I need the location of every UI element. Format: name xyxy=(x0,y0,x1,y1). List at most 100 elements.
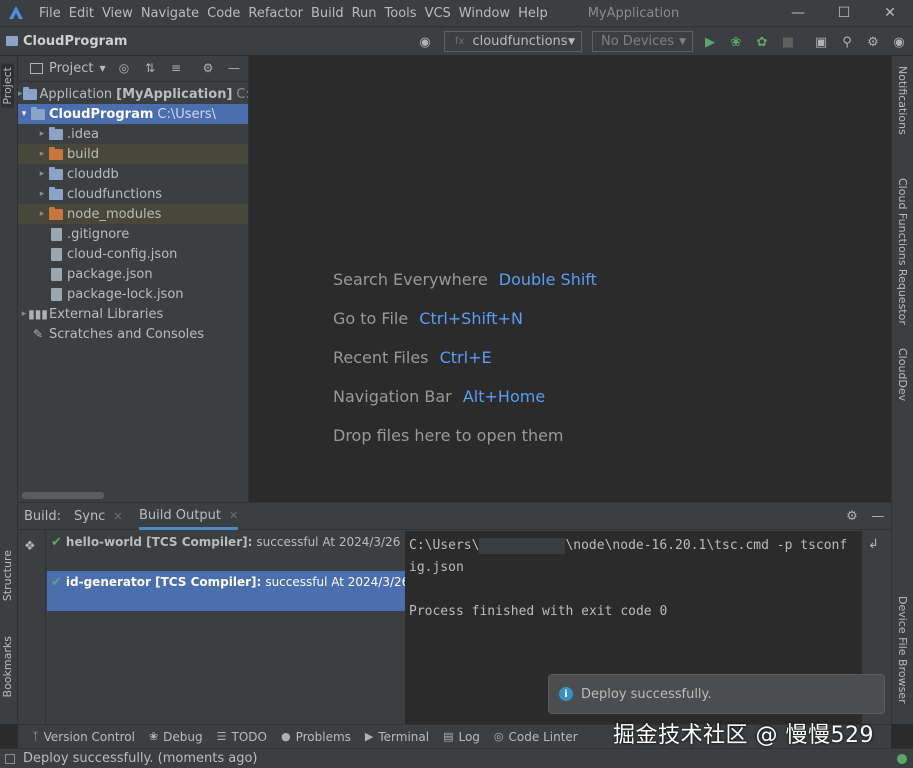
gear-icon[interactable]: ⚙ xyxy=(844,508,860,524)
tab-notifications[interactable]: Notifications xyxy=(896,66,909,135)
tab-structure[interactable]: Structure xyxy=(1,550,14,601)
hint-shortcut[interactable]: Ctrl+E xyxy=(440,348,492,367)
tab-build-output[interactable]: Build Output ✕ xyxy=(139,503,239,530)
tab-label: Code Linter xyxy=(508,729,578,744)
close-icon[interactable]: ✕ xyxy=(867,0,913,26)
tree-item-cloudprogram[interactable]: ▾ CloudProgram C:\Users\ xyxy=(18,104,248,124)
device-select[interactable]: No Devices ▼ xyxy=(592,31,693,52)
gear-icon[interactable]: ⚙ xyxy=(200,60,216,76)
tree-item-label: build xyxy=(67,146,99,162)
run-configuration-select[interactable]: fx cloudfunctions ▼ xyxy=(444,31,582,52)
tab-problems[interactable]: ● Problems xyxy=(281,730,351,744)
maximize-icon[interactable]: ☐ xyxy=(821,0,867,26)
tree-item-application[interactable]: ▸ Application [MyApplication] C:\U xyxy=(18,84,249,104)
hint-text: Recent Files xyxy=(333,348,429,367)
menu-refactor[interactable]: Refactor xyxy=(248,6,309,21)
tree-item-path: C:\U xyxy=(236,86,249,102)
tab-label: Version Control xyxy=(43,729,135,744)
menu-code[interactable]: Code xyxy=(207,6,246,21)
build-entry-id-generator[interactable]: ✔ id-generator [TCS Compiler]: successfu… xyxy=(47,571,405,611)
soft-wrap-icon[interactable]: ↲ xyxy=(868,537,879,552)
tab-bookmarks[interactable]: Bookmarks xyxy=(1,636,14,697)
hint-shortcut[interactable]: Ctrl+Shift+N xyxy=(419,309,523,328)
tab-label: Debug xyxy=(163,729,203,744)
tree-item-clouddb[interactable]: ▸ clouddb xyxy=(18,164,248,184)
search-icon[interactable]: ⚲ xyxy=(838,33,856,51)
status-indicator-icon[interactable] xyxy=(897,754,907,764)
hide-panel-icon[interactable]: — xyxy=(226,60,242,76)
menu-vcs[interactable]: VCS xyxy=(425,6,457,21)
stop-icon[interactable]: ■ xyxy=(779,33,797,51)
build-entry-hello-world[interactable]: ✔ hello-world [TCS Compiler]: successful… xyxy=(47,531,405,571)
tree-item-label: cloudfunctions xyxy=(67,186,163,202)
tree-item-cloud-config-json[interactable]: cloud-config.json xyxy=(18,244,248,264)
tree-item-package-json[interactable]: package.json xyxy=(18,264,248,284)
tab-project[interactable]: Project xyxy=(1,64,14,108)
menu-file[interactable]: File xyxy=(39,6,67,21)
tree-item-idea[interactable]: ▸ .idea xyxy=(18,124,248,144)
pin-icon[interactable]: ❖ xyxy=(24,539,36,554)
tool-windows-icon[interactable] xyxy=(5,753,15,764)
hint-shortcut[interactable]: Alt+Home xyxy=(463,387,545,406)
tree-item-cloudfunctions[interactable]: ▸ cloudfunctions xyxy=(18,184,248,204)
target-icon[interactable]: ◉ xyxy=(416,33,434,51)
menu-navigate[interactable]: Navigate xyxy=(141,6,205,21)
tree-item-external-libraries[interactable]: ▸ ▮▮▮ External Libraries xyxy=(18,304,248,324)
hint-navigation-bar: Navigation Bar Alt+Home xyxy=(333,387,545,406)
close-icon[interactable]: ✕ xyxy=(113,510,122,523)
tab-terminal[interactable]: ▶ Terminal xyxy=(365,730,429,744)
console-line: Process finished with exit code 0 xyxy=(409,604,668,619)
menu-build[interactable]: Build xyxy=(311,6,350,21)
menu-run[interactable]: Run xyxy=(352,6,383,21)
tab-log[interactable]: ▤ Log xyxy=(443,730,480,744)
assistant-icon[interactable]: ◉ xyxy=(890,33,908,51)
tree-item-label: package.json xyxy=(67,266,153,282)
status-message[interactable]: Deploy successfully. (moments ago) xyxy=(23,751,257,766)
tab-sync[interactable]: Sync ✕ xyxy=(74,503,123,530)
debug-icon[interactable]: ❀ xyxy=(727,33,745,51)
menu-window[interactable]: Window xyxy=(459,6,516,21)
expand-all-icon[interactable]: ⇅ xyxy=(142,60,158,76)
tab-device-file-browser[interactable]: Device File Browser xyxy=(896,596,909,704)
watermark: 掘金技术社区 @ 慢慢529 xyxy=(613,723,874,748)
tab-clouddev[interactable]: CloudDev xyxy=(896,348,909,401)
run-icon[interactable]: ▶ xyxy=(701,33,719,51)
tab-code-linter[interactable]: ◎ Code Linter xyxy=(494,730,578,744)
project-view-select[interactable]: Project ▼ xyxy=(30,61,106,76)
tab-cloud-functions-requestor[interactable]: Cloud Functions Requestor xyxy=(896,178,909,325)
menu-view[interactable]: View xyxy=(102,6,139,21)
menu-tools[interactable]: Tools xyxy=(385,6,423,21)
hint-text: Navigation Bar xyxy=(333,387,452,406)
tree-item-package-lock-json[interactable]: package-lock.json xyxy=(18,284,248,304)
attach-debugger-icon[interactable]: ✿ xyxy=(753,33,771,51)
tree-item-gitignore[interactable]: .gitignore xyxy=(18,224,248,244)
menu-edit[interactable]: Edit xyxy=(69,6,100,21)
locate-icon[interactable]: ◎ xyxy=(116,60,132,76)
tree-item-node-modules[interactable]: ▸ node_modules xyxy=(18,204,248,224)
device-manager-icon[interactable]: ▣ xyxy=(812,33,830,51)
notification-toast[interactable]: i Deploy successfully. xyxy=(548,674,885,714)
tab-version-control[interactable]: ᛉ Version Control xyxy=(32,730,135,744)
menu-help[interactable]: Help xyxy=(518,6,554,21)
tree-item-label: CloudProgram xyxy=(49,106,154,122)
tab-todo[interactable]: ☰ TODO xyxy=(217,730,267,744)
folder-icon xyxy=(48,186,64,201)
gear-icon[interactable]: ⚙ xyxy=(864,33,882,51)
info-icon: i xyxy=(559,687,573,701)
console-line: ig.json xyxy=(409,560,464,575)
tab-debug[interactable]: ❀ Debug xyxy=(149,730,203,744)
collapse-all-icon[interactable]: ≡ xyxy=(168,60,184,76)
chevron-right-icon: ▸ xyxy=(39,149,45,159)
bug-icon: ❀ xyxy=(148,730,159,743)
hide-panel-icon[interactable]: — xyxy=(870,508,886,524)
tree-item-scratches[interactable]: ✎ Scratches and Consoles xyxy=(18,324,248,344)
tree-item-path: C:\Users\ xyxy=(157,106,217,122)
tree-item-build[interactable]: ▸ build xyxy=(18,144,248,164)
hint-shortcut[interactable]: Double Shift xyxy=(499,270,597,289)
chevron-down-icon: ▾ xyxy=(21,109,27,119)
horizontal-scrollbar[interactable] xyxy=(22,492,104,499)
breadcrumb[interactable]: CloudProgram xyxy=(6,34,127,49)
console-command: \node\node-16.20.1\tsc.cmd -p tsconf xyxy=(565,538,848,553)
minimize-icon[interactable]: — xyxy=(775,0,821,26)
close-icon[interactable]: ✕ xyxy=(229,509,238,522)
